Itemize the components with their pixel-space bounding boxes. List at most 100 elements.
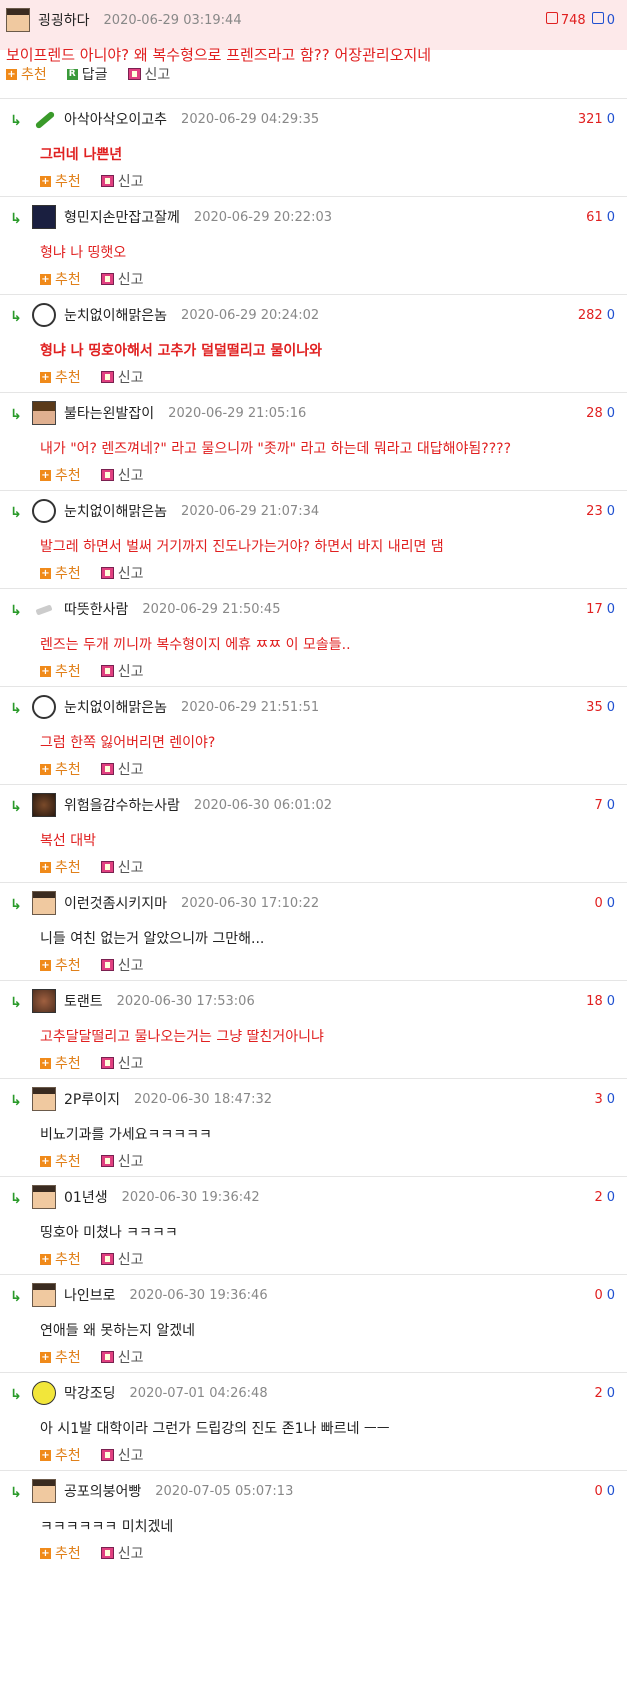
report-button[interactable]: 신고 xyxy=(100,661,144,681)
downvote-count[interactable]: 0 xyxy=(607,1484,615,1499)
avatar[interactable] xyxy=(32,499,56,523)
avatar[interactable] xyxy=(6,8,30,32)
downvote-count[interactable]: 0 xyxy=(607,504,615,519)
downvote-count[interactable]: 0 xyxy=(607,1386,615,1401)
recommend-button[interactable]: + 추천 xyxy=(40,563,81,583)
recommend-button[interactable]: + 추천 xyxy=(40,1151,81,1171)
report-button[interactable]: 신고 xyxy=(100,1347,144,1367)
author-name[interactable]: 공포의붕어빵 xyxy=(64,1481,141,1501)
avatar[interactable] xyxy=(32,1087,56,1111)
downvote-count[interactable]: 0 xyxy=(607,308,615,323)
reply-button[interactable]: R 답글 xyxy=(66,64,108,84)
report-button[interactable]: 신고 xyxy=(100,1151,144,1171)
recommend-button[interactable]: + 추천 xyxy=(40,367,81,387)
report-button[interactable]: 신고 xyxy=(100,955,144,975)
upvote-count[interactable]: 0 xyxy=(594,1484,602,1499)
avatar[interactable] xyxy=(32,1381,56,1405)
downvote-count[interactable]: 0 xyxy=(607,406,615,421)
upvote-count[interactable]: 28 xyxy=(586,406,603,421)
author-name[interactable]: 위험을감수하는사람 xyxy=(64,795,180,815)
report-button[interactable]: 신고 xyxy=(100,1445,144,1465)
upvote-count[interactable]: 0 xyxy=(594,1288,602,1303)
downvote-count[interactable]: 0 xyxy=(607,1288,615,1303)
avatar[interactable] xyxy=(32,303,56,327)
author-name[interactable]: 01년생 xyxy=(64,1187,108,1207)
avatar[interactable] xyxy=(32,1479,56,1503)
report-button[interactable]: 신고 xyxy=(100,171,144,191)
upvote[interactable]: 748 xyxy=(545,12,586,28)
upvote-count[interactable]: 35 xyxy=(586,700,603,715)
report-button[interactable]: 신고 xyxy=(127,64,170,84)
recommend-button[interactable]: + 추천 xyxy=(40,1445,81,1465)
recommend-button[interactable]: + 추천 xyxy=(40,661,81,681)
author-name[interactable]: 불타는왼발잡이 xyxy=(64,403,154,423)
reply-arrow-icon: ↳ xyxy=(10,113,22,129)
author-name[interactable]: 형민지손만잡고잘께 xyxy=(64,207,180,227)
recommend-button[interactable]: + 추천 xyxy=(40,269,81,289)
downvote-count[interactable]: 0 xyxy=(607,112,615,127)
recommend-button[interactable]: + 추천 xyxy=(40,465,81,485)
avatar[interactable] xyxy=(32,401,56,425)
upvote-count[interactable]: 17 xyxy=(586,602,603,617)
avatar[interactable] xyxy=(32,891,56,915)
upvote-count[interactable]: 321 xyxy=(578,112,603,127)
upvote-count[interactable]: 3 xyxy=(594,1092,602,1107)
avatar[interactable] xyxy=(32,1185,56,1209)
upvote-count[interactable]: 2 xyxy=(594,1386,602,1401)
author-name[interactable]: 토랜트 xyxy=(64,991,103,1011)
upvote-count[interactable]: 2 xyxy=(594,1190,602,1205)
report-button[interactable]: 신고 xyxy=(100,367,144,387)
report-button[interactable]: 신고 xyxy=(100,465,144,485)
downvote-count[interactable]: 0 xyxy=(607,700,615,715)
recommend-button[interactable]: + 추천 xyxy=(6,64,47,84)
recommend-button[interactable]: + 추천 xyxy=(40,171,81,191)
upvote-count[interactable]: 61 xyxy=(586,210,603,225)
recommend-button[interactable]: + 추천 xyxy=(40,1053,81,1073)
downvote-count[interactable]: 0 xyxy=(607,994,615,1009)
author-name[interactable]: 굉굉하다 xyxy=(38,10,90,30)
avatar[interactable] xyxy=(32,695,56,719)
recommend-button[interactable]: + 추천 xyxy=(40,1543,81,1563)
downvote-count[interactable]: 0 xyxy=(607,1190,615,1205)
recommend-button[interactable]: + 추천 xyxy=(40,1347,81,1367)
downvote-count[interactable]: 0 xyxy=(607,1092,615,1107)
comment-date: 2020-06-30 06:01:02 xyxy=(193,797,332,813)
report-button[interactable]: 신고 xyxy=(100,269,144,289)
upvote-count[interactable]: 0 xyxy=(594,896,602,911)
author-name[interactable]: 눈치없이해맑은놈 xyxy=(64,305,167,325)
avatar[interactable] xyxy=(32,597,56,621)
author-name[interactable]: 따뜻한사람 xyxy=(64,599,128,619)
recommend-button[interactable]: + 추천 xyxy=(40,955,81,975)
report-button[interactable]: 신고 xyxy=(100,563,144,583)
author-name[interactable]: 아삭아삭오이고추 xyxy=(64,109,167,129)
downvote-count[interactable]: 0 xyxy=(607,210,615,225)
author-name[interactable]: 막강조딩 xyxy=(64,1383,116,1403)
report-button[interactable]: 신고 xyxy=(100,1249,144,1269)
author-name[interactable]: 이런것좀시키지마 xyxy=(64,893,167,913)
recommend-button[interactable]: + 추천 xyxy=(40,1249,81,1269)
downvote-count[interactable]: 0 xyxy=(607,602,615,617)
upvote-count[interactable]: 18 xyxy=(586,994,603,1009)
avatar[interactable] xyxy=(32,793,56,817)
author-name[interactable]: 2P루이지 xyxy=(64,1089,120,1109)
author-name[interactable]: 나인브로 xyxy=(64,1285,116,1305)
upvote-count[interactable]: 7 xyxy=(594,798,602,813)
report-button[interactable]: 신고 xyxy=(100,857,144,877)
upvote-count[interactable]: 282 xyxy=(578,308,603,323)
upvote-count[interactable]: 23 xyxy=(586,504,603,519)
avatar[interactable] xyxy=(32,205,56,229)
recommend-button[interactable]: + 추천 xyxy=(40,857,81,877)
recommend-button[interactable]: + 추천 xyxy=(40,759,81,779)
report-button[interactable]: 신고 xyxy=(100,1543,144,1563)
author-name[interactable]: 눈치없이해맑은놈 xyxy=(64,501,167,521)
author-name[interactable]: 눈치없이해맑은놈 xyxy=(64,697,167,717)
downvote-count[interactable]: 0 xyxy=(607,896,615,911)
report-button[interactable]: 신고 xyxy=(100,759,144,779)
avatar[interactable] xyxy=(32,107,56,131)
avatar[interactable] xyxy=(32,1283,56,1307)
avatar[interactable] xyxy=(32,989,56,1013)
downvote-count[interactable]: 0 xyxy=(607,798,615,813)
report-button[interactable]: 신고 xyxy=(100,1053,144,1073)
comment-actions: + 추천 신고 xyxy=(40,1445,144,1465)
downvote[interactable]: 0 xyxy=(590,12,615,28)
